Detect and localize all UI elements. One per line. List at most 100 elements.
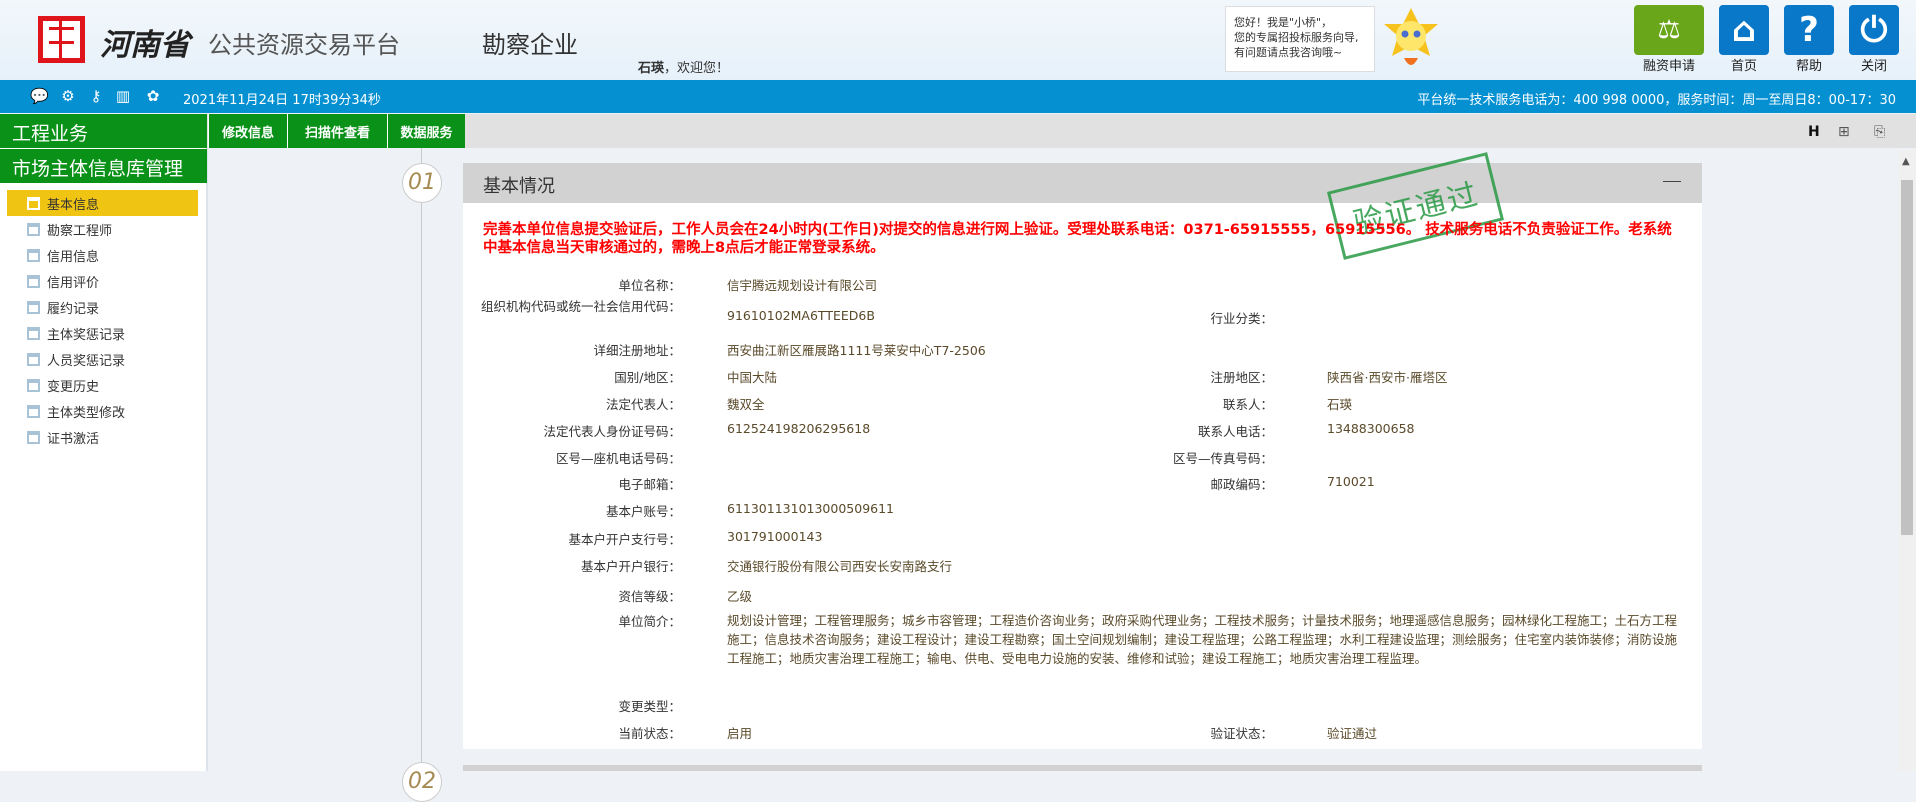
- field-value: 魏双全: [727, 397, 765, 412]
- field-label: 资信等级：: [618, 589, 681, 604]
- field-value: 乙级: [727, 589, 753, 604]
- notebook-icon: [27, 326, 40, 340]
- field-label: 基本户账号：: [605, 504, 681, 519]
- info-bar: 💬 ⚙ ⚷ ▥ ✿ 2021年11月24日 17时39分34秒 平台统一技术服务…: [0, 80, 1916, 113]
- field-label-right: 注册地区：: [1210, 370, 1273, 385]
- field-label-right: 联系人电话：: [1197, 424, 1273, 439]
- nav-bar: 工程业务 修改信息 扫描件查看 数据服务 H ⊞ ⎘: [0, 114, 1916, 148]
- field-label-right: 区号—传真号码：: [1172, 451, 1273, 466]
- sidebar-item-label: 主体奖惩记录: [47, 327, 126, 343]
- help-icon: ?: [1799, 10, 1819, 50]
- field-value: 612524198206295618: [727, 421, 871, 436]
- power-icon: ⏻: [1860, 10, 1888, 50]
- sidebar-item-label: 证书激活: [47, 431, 100, 447]
- notebook-icon: [27, 222, 40, 236]
- home-button[interactable]: ⌂: [1719, 5, 1769, 55]
- sidebar-item[interactable]: 履约记录: [7, 294, 198, 320]
- org-chart-icon[interactable]: ⊞: [1838, 124, 1850, 140]
- sidebar-item[interactable]: 证书激活: [7, 424, 198, 450]
- help-button[interactable]: ?: [1784, 5, 1834, 55]
- sidebar-item-label: 勘察工程师: [47, 223, 113, 239]
- globe-icon[interactable]: ✿: [145, 88, 161, 104]
- sidebar-item[interactable]: 主体奖惩记录: [7, 320, 198, 346]
- help-label[interactable]: 帮助: [1784, 55, 1834, 74]
- field-label: 电子邮箱：: [618, 477, 681, 492]
- user-name: 石瑛: [638, 61, 665, 76]
- welcome-text: 石瑛，欢迎您！: [638, 57, 729, 76]
- sidebar-item-label: 信用评价: [47, 275, 100, 291]
- sidebar-item-label: 人员奖惩记录: [47, 353, 126, 369]
- sidebar-item[interactable]: 变更历史: [7, 372, 198, 398]
- mascot-icon[interactable]: [1380, 6, 1442, 72]
- pdf-icon[interactable]: ⎘: [1874, 124, 1885, 140]
- field-value-right: 13488300658: [1327, 421, 1415, 436]
- gear-icon[interactable]: ⚙: [60, 88, 76, 104]
- sidebar-item-label: 主体类型修改: [47, 405, 126, 421]
- assistant-bubble[interactable]: 您好！我是"小桥"， 您的专属招投标服务向导, 有问题请点我咨询哦~: [1225, 6, 1375, 72]
- notebook-icon: [27, 352, 40, 366]
- field-label: 国别/地区：: [614, 370, 681, 385]
- scrollbar[interactable]: ▲: [1898, 150, 1916, 771]
- field-label: 区号—座机电话号码：: [555, 451, 681, 466]
- sidebar-item[interactable]: 人员奖惩记录: [7, 346, 198, 372]
- sidebar-item[interactable]: 基本信息: [7, 190, 198, 216]
- sidebar-item[interactable]: 勘察工程师: [7, 216, 198, 242]
- field-label: 法定代表人身份证号码：: [543, 424, 681, 439]
- field-value-right: 710021: [1327, 474, 1375, 489]
- home-label[interactable]: 首页: [1719, 55, 1769, 74]
- notebook-icon: [27, 300, 40, 314]
- brand-name: 河南省: [100, 28, 190, 63]
- scroll-up-icon[interactable]: ▲: [1902, 156, 1910, 167]
- collapse-icon[interactable]: [1663, 181, 1681, 182]
- tab-data-service[interactable]: 数据服务: [387, 114, 465, 148]
- home-icon: ⌂: [1731, 10, 1757, 50]
- field-value-right: 验证通过: [1327, 726, 1378, 741]
- field-label: 法定代表人：: [605, 397, 681, 412]
- close-button[interactable]: ⏻: [1849, 5, 1899, 55]
- assistant-line: 您的专属招投标服务向导,: [1234, 31, 1359, 44]
- key-icon[interactable]: ⚷: [88, 88, 104, 104]
- scroll-thumb[interactable]: [1901, 180, 1913, 535]
- field-label: 组织机构代码或统一社会信用代码：: [480, 299, 681, 314]
- field-value: 启用: [727, 726, 753, 741]
- field-label-right: 联系人：: [1222, 397, 1273, 412]
- sidebar: 市场主体信息库管理 基本信息勘察工程师信用信息信用评价履约记录主体奖惩记录 人员奖…: [0, 148, 208, 771]
- assistant-line: 有问题请点我咨询哦~: [1234, 46, 1343, 59]
- sidebar-item-label: 履约记录: [47, 301, 100, 317]
- message-icon[interactable]: 💬: [30, 88, 49, 104]
- notebook-icon: [27, 274, 40, 288]
- panel-header: 基本情况: [463, 163, 1702, 203]
- notice-text: 完善本单位信息提交验证后，工作人员会在24小时内(工作日)对提交的信息进行网上验…: [483, 222, 1672, 256]
- financing-button[interactable]: ⚖: [1634, 5, 1704, 55]
- field-value: 交通银行股份有限公司西安长安南路支行: [727, 559, 953, 574]
- sidebar-item[interactable]: 信用信息: [7, 242, 198, 268]
- sidebar-item-label: 变更历史: [47, 379, 100, 395]
- financing-icon: ⚖: [1657, 15, 1681, 45]
- close-label[interactable]: 关闭: [1849, 55, 1899, 74]
- field-value-right: 石瑛: [1327, 397, 1353, 412]
- notebook-icon: [27, 404, 40, 418]
- sidebar-item[interactable]: 主体类型修改: [7, 398, 198, 424]
- welcome-label: ，欢迎您！: [664, 61, 730, 76]
- field-value: 西安曲江新区雁展路1111号莱安中心T7-2506: [727, 343, 986, 358]
- brand-subtitle: 公共资源交易平台: [208, 31, 400, 59]
- sidebar-item[interactable]: 信用评价: [7, 268, 198, 294]
- field-label: 单位名称：: [618, 278, 681, 293]
- step-marker: 01: [402, 163, 442, 203]
- gift-icon[interactable]: ▥: [115, 88, 131, 104]
- henan-logo: [38, 16, 85, 63]
- notebook-icon: [27, 196, 40, 210]
- history-icon[interactable]: H: [1808, 124, 1820, 140]
- sidebar-item-label: 信用信息: [47, 249, 100, 265]
- nav-title[interactable]: 工程业务: [0, 114, 207, 148]
- notebook-icon: [27, 378, 40, 392]
- field-value: 91610102MA6TTEED6B: [727, 308, 875, 323]
- field-label: 详细注册地址：: [593, 343, 681, 358]
- financing-label[interactable]: 融资申请: [1634, 55, 1704, 74]
- tab-edit-info[interactable]: 修改信息: [208, 114, 287, 148]
- sidebar-title: 市场主体信息库管理: [0, 149, 207, 183]
- notebook-icon: [27, 430, 40, 444]
- tab-scan-view[interactable]: 扫描件查看: [287, 114, 387, 148]
- service-hotline: 平台统一技术服务电话为：400 998 0000，服务时间：周一至周日8：00-…: [1417, 93, 1896, 108]
- timeline-line: [421, 148, 422, 771]
